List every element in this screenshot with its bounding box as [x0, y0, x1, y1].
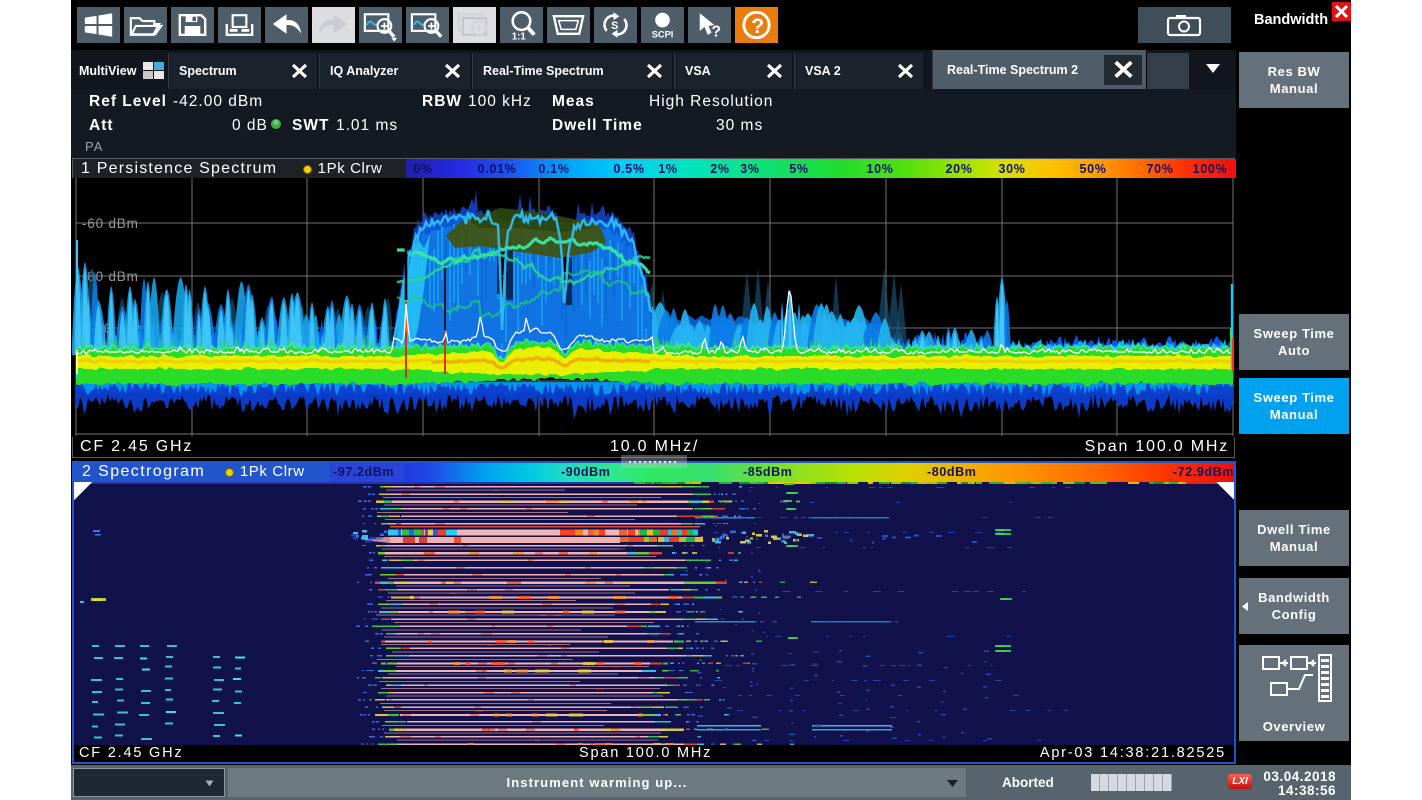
svg-text:-60 dBm: -60 dBm: [82, 216, 139, 231]
svg-text:?: ?: [711, 24, 721, 41]
svg-text:?: ?: [751, 14, 764, 38]
svg-text:SCPI: SCPI: [652, 30, 674, 40]
svg-text:S: S: [611, 20, 618, 32]
svg-text:1:1: 1:1: [512, 32, 527, 43]
